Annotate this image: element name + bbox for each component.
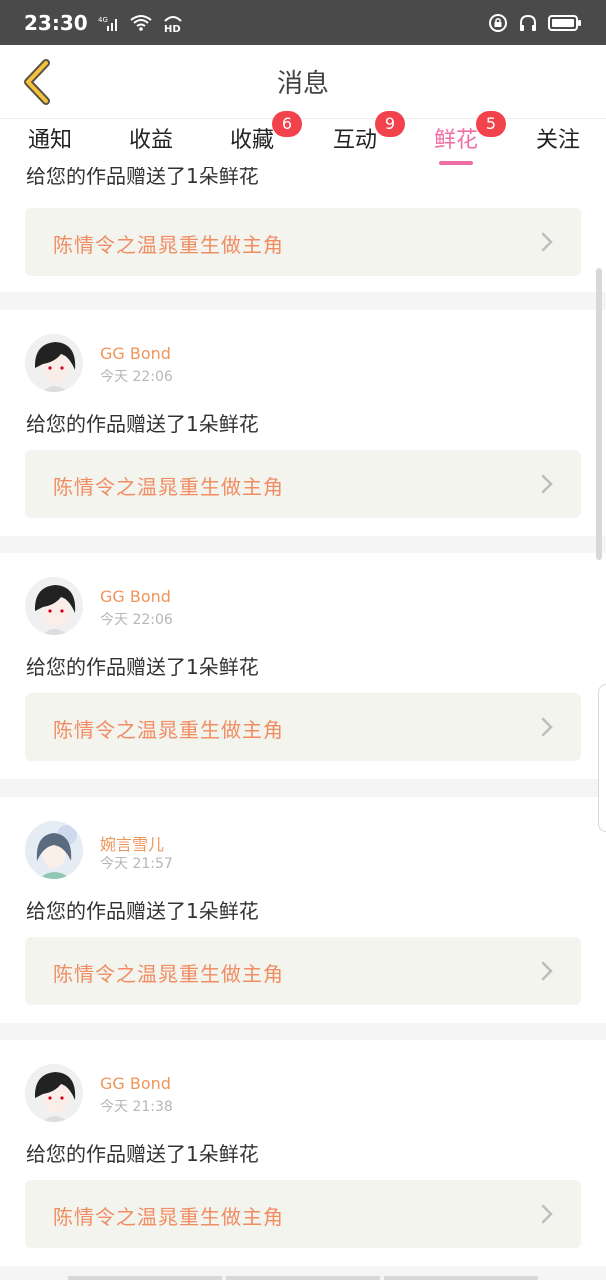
- sender-name[interactable]: GG Bond: [100, 587, 171, 606]
- chevron-right-icon: [541, 232, 553, 252]
- top-bar: 消息: [0, 45, 606, 119]
- indicator-segment: [226, 1276, 380, 1280]
- headphones-icon: [518, 13, 538, 33]
- tab-flowers[interactable]: 鲜花 5: [416, 111, 506, 167]
- timestamp: 今天 22:06: [100, 612, 173, 628]
- edge-swipe-handle[interactable]: [598, 684, 606, 832]
- avatar[interactable]: [25, 334, 83, 392]
- tab-bar: 通知 收益 收藏 6 互动 9 鲜花 5 关注: [0, 111, 606, 167]
- hd-label: HD: [164, 24, 181, 33]
- lock-rotation-icon: [488, 13, 508, 33]
- sender-name[interactable]: 婉言雪儿: [100, 831, 164, 855]
- chevron-right-icon: [541, 717, 553, 737]
- work-title: 陈情令之温晁重生做主角: [53, 962, 284, 986]
- message-text: 给您的作品赠送了1朵鲜花: [26, 1142, 259, 1166]
- sender-name[interactable]: GG Bond: [100, 344, 171, 363]
- work-title: 陈情令之温晁重生做主角: [53, 475, 284, 499]
- message-card: 给您的作品赠送了1朵鲜花 陈情令之温晁重生做主角: [0, 167, 606, 292]
- tab-notifications[interactable]: 通知: [10, 119, 90, 167]
- bottom-nav-indicator: [68, 1276, 538, 1280]
- timestamp: 今天 21:57: [100, 856, 173, 872]
- timestamp: 今天 21:38: [100, 1099, 173, 1115]
- message-text: 给您的作品赠送了1朵鲜花: [26, 899, 259, 923]
- avatar[interactable]: [25, 1064, 83, 1122]
- tab-favorites[interactable]: 收藏 6: [212, 111, 302, 167]
- tab-label: 通知: [27, 128, 72, 153]
- message-text: 给您的作品赠送了1朵鲜花: [26, 167, 259, 188]
- tab-label: 关注: [535, 128, 580, 153]
- tab-interactions[interactable]: 互动 9: [315, 111, 405, 167]
- message-text: 给您的作品赠送了1朵鲜花: [26, 412, 259, 436]
- message-list[interactable]: 给您的作品赠送了1朵鲜花 陈情令之温晁重生做主角 GG Bond 今天 22:0…: [0, 167, 606, 1280]
- tab-earnings[interactable]: 收益: [111, 119, 191, 167]
- network-type: 4G: [98, 16, 108, 24]
- message-card: GG Bond 今天 21:38 给您的作品赠送了1朵鲜花 陈情令之温晁重生做主…: [0, 1040, 606, 1266]
- hd-call-icon: HD: [162, 13, 184, 33]
- avatar[interactable]: [25, 821, 83, 879]
- sender-name[interactable]: GG Bond: [100, 1074, 171, 1093]
- indicator-segment: [68, 1276, 222, 1280]
- tab-badge: 9: [375, 111, 405, 137]
- active-tab-indicator: [439, 161, 473, 165]
- message-card: GG Bond 今天 22:06 给您的作品赠送了1朵鲜花 陈情令之温晁重生做主…: [0, 310, 606, 536]
- network-signal-icon: 4G: [98, 15, 120, 31]
- tab-label: 收益: [128, 128, 173, 153]
- status-bar: 23:30 4G HD: [0, 0, 606, 45]
- timestamp: 今天 22:06: [100, 369, 173, 385]
- indicator-segment: [384, 1276, 538, 1280]
- message-text: 给您的作品赠送了1朵鲜花: [26, 655, 259, 679]
- message-card: GG Bond 今天 22:06 给您的作品赠送了1朵鲜花 陈情令之温晁重生做主…: [0, 553, 606, 779]
- work-link-button[interactable]: 陈情令之温晁重生做主角: [25, 1180, 581, 1248]
- message-card: 婉言雪儿 今天 21:57 给您的作品赠送了1朵鲜花 陈情令之温晁重生做主角: [0, 797, 606, 1023]
- wifi-icon: [130, 14, 152, 32]
- chevron-right-icon: [541, 961, 553, 981]
- work-title: 陈情令之温晁重生做主角: [53, 1205, 284, 1229]
- work-title: 陈情令之温晁重生做主角: [53, 718, 284, 742]
- status-left: 23:30 4G HD: [24, 11, 184, 35]
- tab-label: 互动: [332, 128, 377, 153]
- avatar[interactable]: [25, 577, 83, 635]
- work-link-button[interactable]: 陈情令之温晁重生做主角: [25, 208, 581, 276]
- work-link-button[interactable]: 陈情令之温晁重生做主角: [25, 450, 581, 518]
- tab-badge: 6: [272, 111, 302, 137]
- work-title: 陈情令之温晁重生做主角: [53, 233, 284, 257]
- status-right: [488, 13, 582, 33]
- battery-icon: [548, 14, 582, 32]
- chevron-right-icon: [541, 1204, 553, 1224]
- work-link-button[interactable]: 陈情令之温晁重生做主角: [25, 937, 581, 1005]
- work-link-button[interactable]: 陈情令之温晁重生做主角: [25, 693, 581, 761]
- page-title: 消息: [276, 69, 329, 99]
- tab-following[interactable]: 关注: [518, 119, 598, 167]
- tab-label: 鲜花: [433, 128, 478, 153]
- tab-label: 收藏: [229, 128, 274, 153]
- chevron-right-icon: [541, 474, 553, 494]
- tab-badge: 5: [476, 111, 506, 137]
- status-time: 23:30: [24, 10, 88, 35]
- scrollbar[interactable]: [596, 268, 602, 560]
